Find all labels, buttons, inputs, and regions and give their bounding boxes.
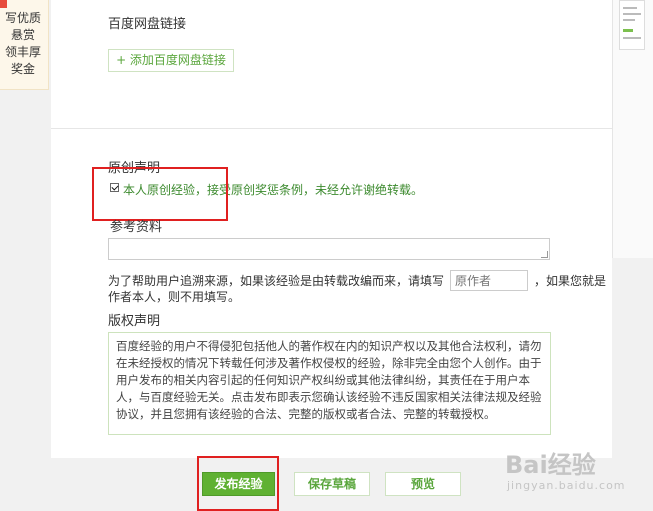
copyright-title: 版权声明 <box>108 314 161 329</box>
add-baidu-pan-button[interactable]: + 添加百度网盘链接 <box>108 49 234 72</box>
resize-grip-icon[interactable] <box>541 251 548 258</box>
highlight-declaration <box>92 167 228 221</box>
watermark-logo: Bai经验 <box>505 451 596 479</box>
page-thumbnail[interactable] <box>619 0 645 50</box>
baidu-jingyan-watermark: Bai经验 jingyan.baidu.com <box>505 451 645 506</box>
reference-title: 参考资料 <box>110 220 163 235</box>
save-draft-button[interactable]: 保存草稿 <box>294 472 370 496</box>
copyright-text: 百度经验的用户不得侵犯包括他人的著作权在内的知识产权以及其他合法权利，请勿在未经… <box>108 332 551 435</box>
watermark-url: jingyan.baidu.com <box>507 479 626 492</box>
reward-banner[interactable]: 写优质 悬赏 领丰厚 奖金 <box>0 0 49 90</box>
reference-input[interactable] <box>108 238 550 260</box>
section-divider <box>51 128 612 129</box>
reward-banner-text: 写优质 悬赏 领丰厚 奖金 <box>4 11 41 76</box>
original-author-field[interactable] <box>450 270 528 291</box>
hot-badge <box>0 0 7 8</box>
preview-button[interactable]: 预览 <box>385 472 461 496</box>
reference-hint: 为了帮助用户追溯来源，如果该经验是由转载改编而来，请填写 ，如果您就是作者本人，则… <box>108 274 607 304</box>
baidu-pan-title: 百度网盘链接 <box>108 17 187 32</box>
highlight-publish <box>197 456 279 511</box>
